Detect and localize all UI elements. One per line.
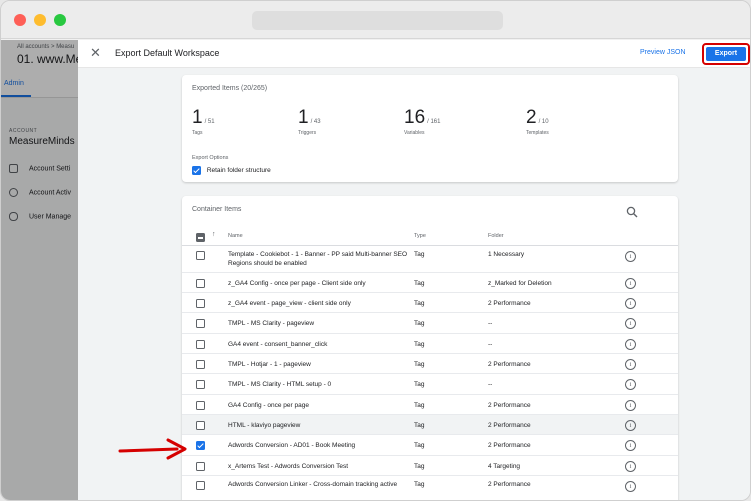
annotation-arrow	[118, 438, 187, 460]
browser-window: All accounts > Measu 01. www.Me Admin AC…	[0, 0, 751, 501]
